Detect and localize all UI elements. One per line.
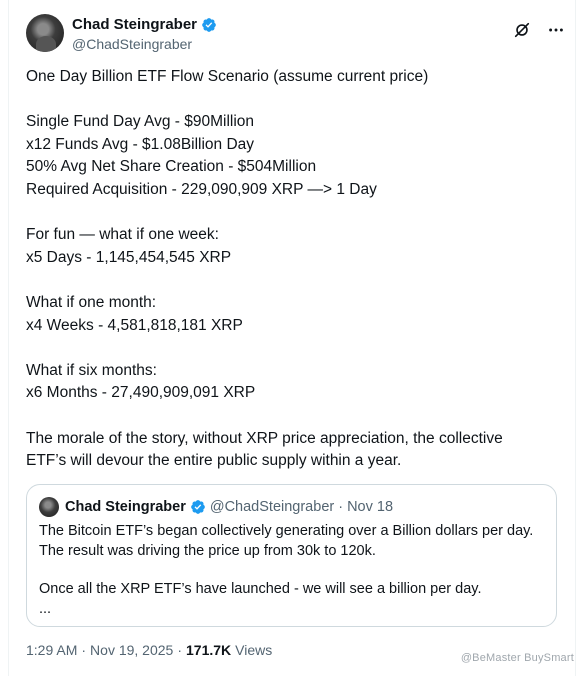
quote-text: The Bitcoin ETF’s began collectively gen… bbox=[39, 521, 544, 619]
tweet-line: What if six months: bbox=[26, 361, 157, 379]
views-count[interactable]: 171.7K bbox=[186, 642, 231, 658]
footer-separator: · bbox=[81, 642, 87, 658]
post-time[interactable]: 1:29 AM bbox=[26, 642, 77, 658]
quote-header: Chad Steingraber @ChadSteingraber · Nov … bbox=[39, 497, 393, 517]
author-display-name[interactable]: Chad Steingraber bbox=[72, 16, 197, 33]
quote-author-name[interactable]: Chad Steingraber bbox=[65, 499, 186, 515]
author-handle[interactable]: @ChadSteingraber bbox=[72, 36, 192, 52]
footer-separator: · bbox=[177, 642, 183, 658]
tweet-line: ETF’s will devour the entire public supp… bbox=[26, 452, 402, 470]
quote-author-avatar[interactable] bbox=[39, 497, 59, 517]
tweet-spacer bbox=[26, 337, 556, 360]
tweet-line: x4 Weeks - 4,581,818,181 XRP bbox=[26, 316, 243, 334]
verified-badge-icon bbox=[201, 17, 217, 33]
author-avatar[interactable] bbox=[26, 14, 64, 52]
tweet-spacer bbox=[26, 269, 556, 292]
tweet-line: x6 Months - 27,490,909,091 XRP bbox=[26, 384, 256, 402]
tweet-line: x5 Days - 1,145,454,545 XRP bbox=[26, 248, 232, 266]
quote-line: The Bitcoin ETF’s began collectively gen… bbox=[39, 523, 534, 539]
quote-author-handle[interactable]: @ChadSteingraber bbox=[210, 499, 334, 515]
tweet-line: 50% Avg Net Share Creation - $504Million bbox=[26, 158, 317, 176]
tweet-line: What if one month: bbox=[26, 293, 157, 311]
quote-date[interactable]: · Nov 18 bbox=[338, 499, 393, 515]
tweet-spacer bbox=[26, 89, 556, 112]
tweet-spacer bbox=[26, 405, 556, 428]
grok-icon[interactable] bbox=[512, 20, 532, 40]
post-date[interactable]: Nov 19, 2025 bbox=[90, 642, 173, 658]
tweet-line: One Day Billion ETF Flow Scenario (assum… bbox=[26, 68, 429, 85]
tweet-text: One Day Billion ETF Flow Scenario (assum… bbox=[26, 66, 556, 473]
tweet-spacer bbox=[26, 202, 556, 225]
tweet-line: The morale of the story, without XRP pri… bbox=[26, 429, 503, 447]
quote-line: Once all the XRP ETF’s have launched - w… bbox=[39, 581, 482, 597]
tweet-line: x12 Funds Avg - $1.08Billion Day bbox=[26, 135, 255, 153]
quote-spacer bbox=[39, 561, 544, 579]
quoted-tweet[interactable]: Chad Steingraber @ChadSteingraber · Nov … bbox=[26, 484, 557, 627]
quote-line: The result was driving the price up from… bbox=[39, 543, 376, 559]
tweet-line: For fun — what if one week: bbox=[26, 226, 219, 244]
watermark: @BeMaster BuySmart bbox=[460, 652, 574, 664]
tweet-header: Chad Steingraber @ChadSteingraber bbox=[26, 14, 566, 54]
header-actions bbox=[512, 20, 566, 40]
tweet-footer: 1:29 AM · Nov 19, 2025 · 171.7K Views bbox=[26, 642, 272, 658]
views-label: Views bbox=[235, 642, 273, 658]
verified-badge-icon bbox=[190, 499, 206, 515]
tweet-line: Single Fund Day Avg - $90Million bbox=[26, 113, 255, 131]
author-name-row: Chad Steingraber bbox=[72, 16, 217, 33]
quote-line: ... bbox=[39, 601, 52, 617]
tweet-line: Required Acquisition - 229,090,909 XRP —… bbox=[26, 180, 377, 198]
more-options-icon[interactable] bbox=[546, 20, 566, 40]
